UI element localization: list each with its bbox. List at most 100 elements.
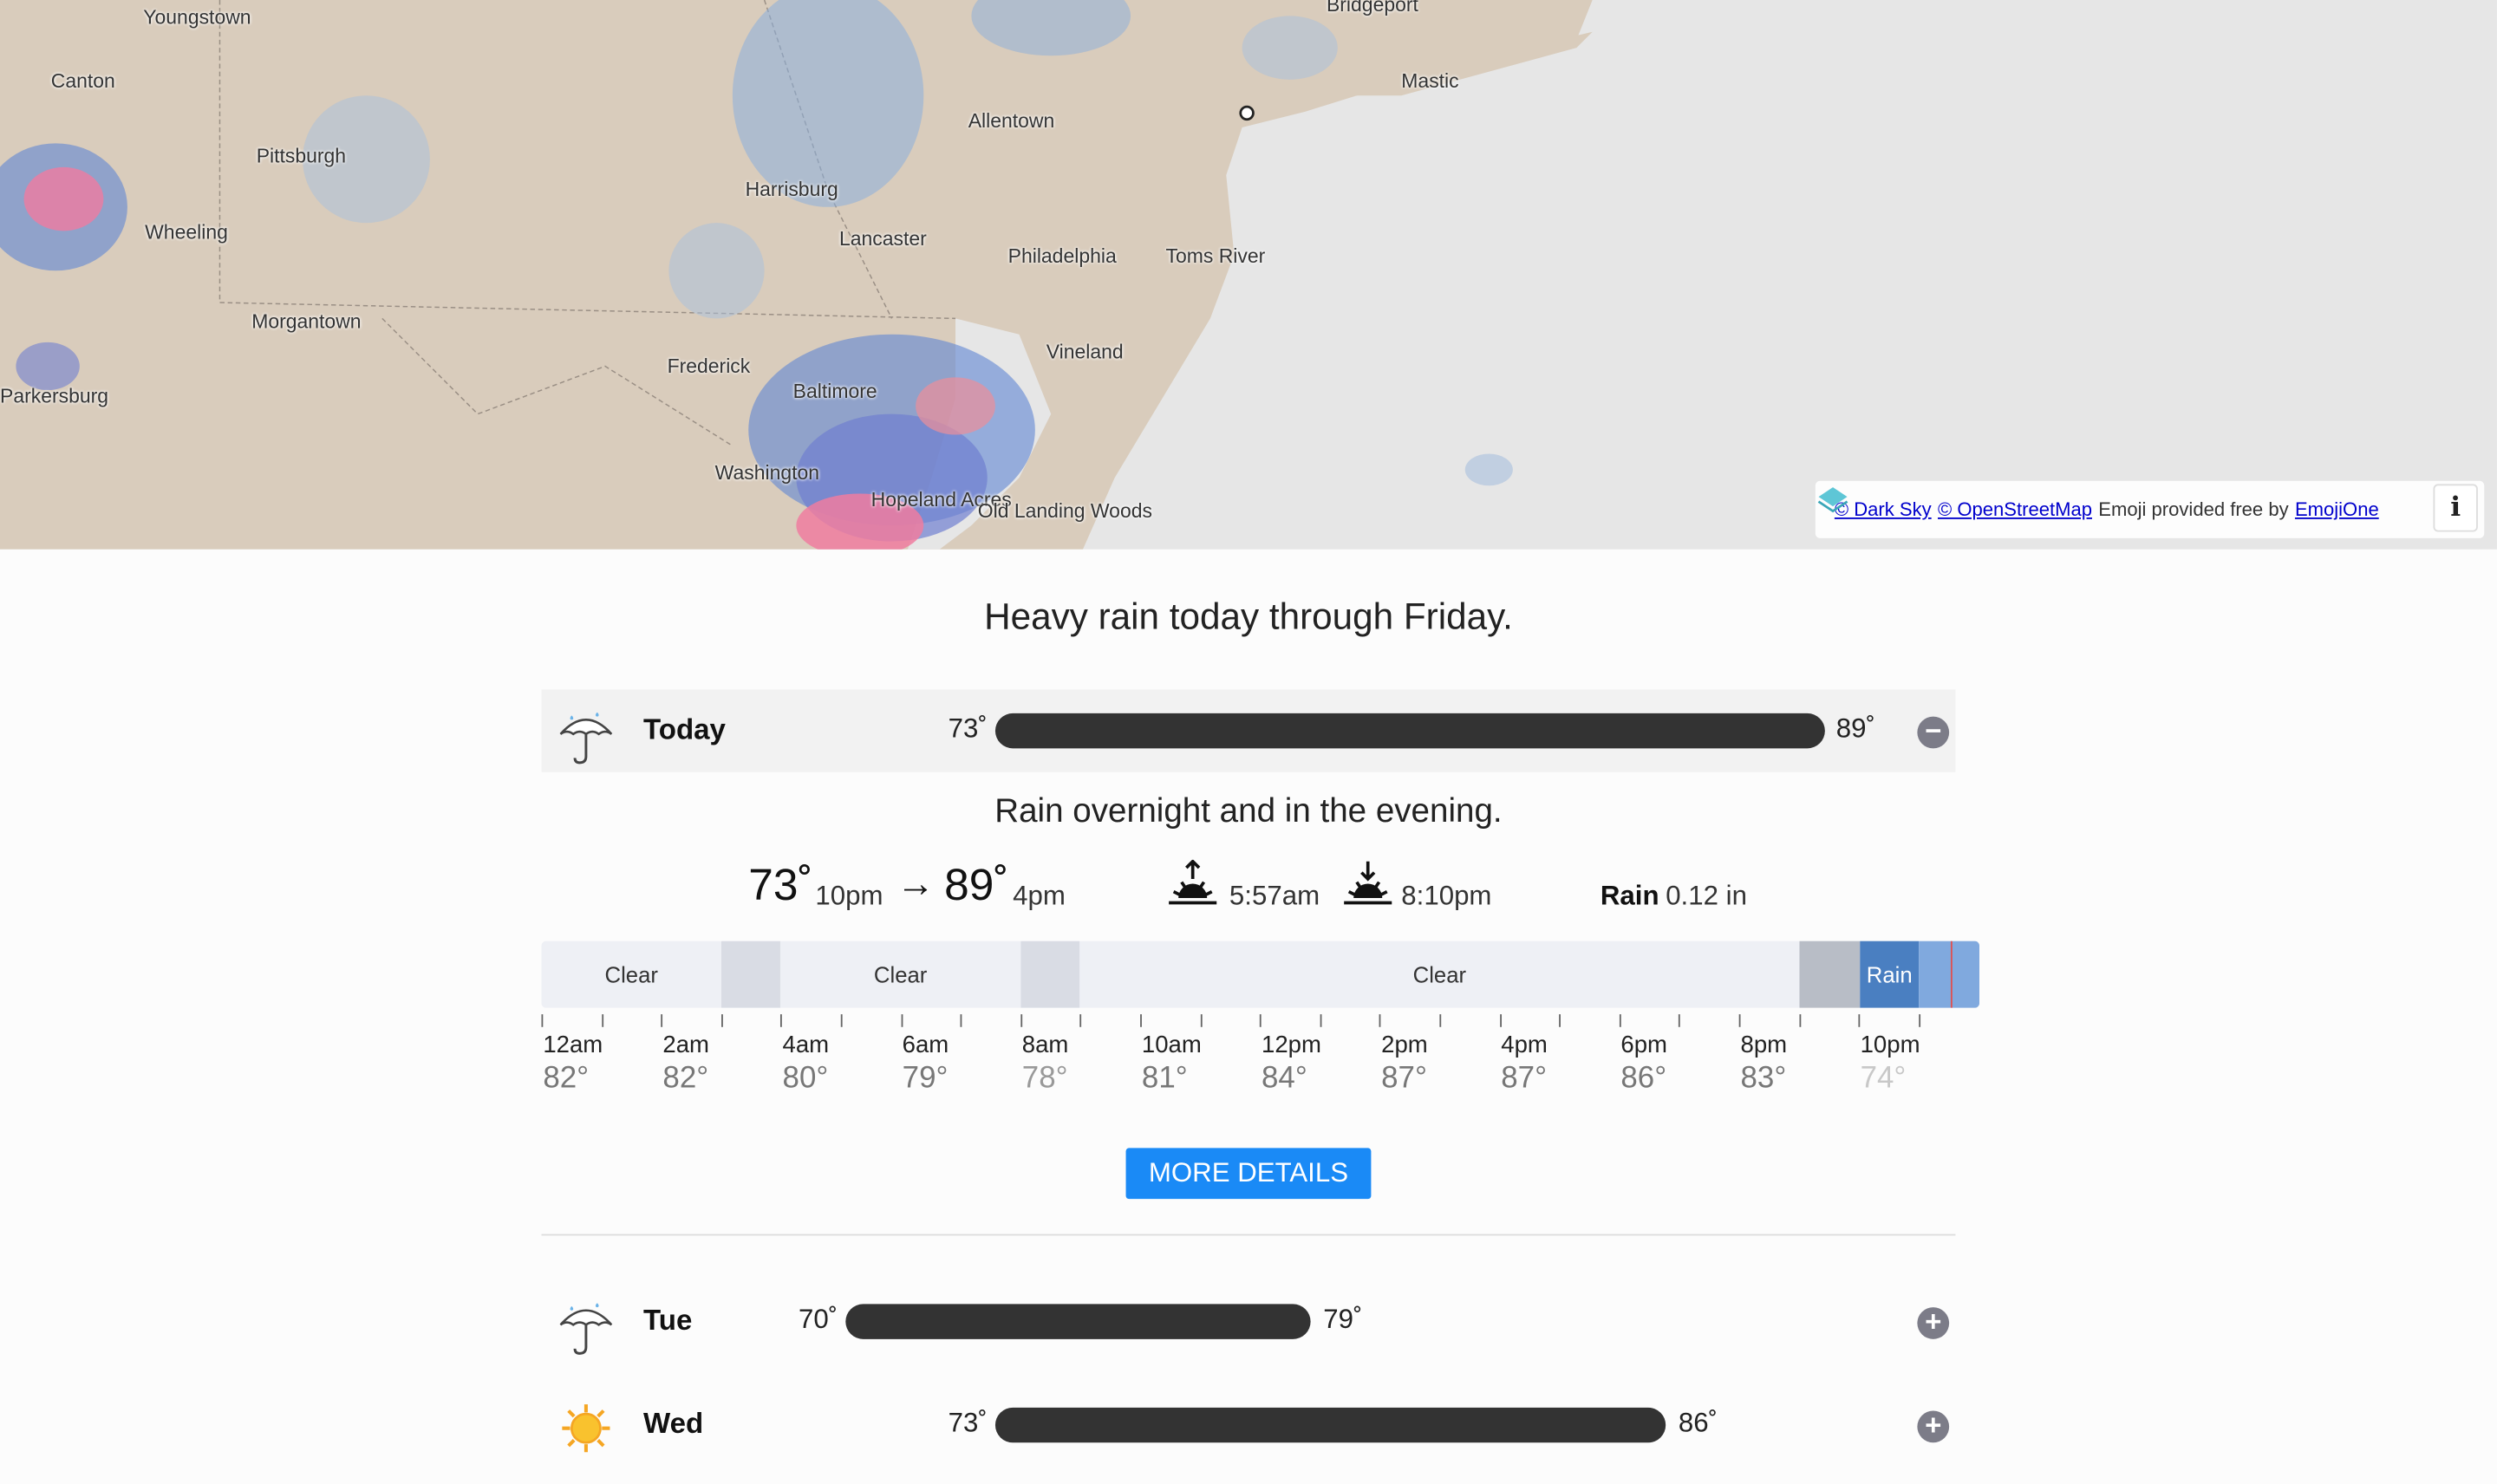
divider xyxy=(541,1233,1956,1236)
hour-time: 10am xyxy=(1141,1032,1202,1059)
timeline-tick xyxy=(1559,1014,1561,1027)
low-temp: 73˚ xyxy=(748,859,813,909)
map-graphics xyxy=(0,0,1593,550)
hour-time: 6am xyxy=(902,1032,949,1059)
day-row-wed[interactable]: Wed 73˚ 86˚ + xyxy=(541,1383,1955,1467)
timeline-tick xyxy=(541,1014,544,1027)
expand-button[interactable]: + xyxy=(1917,1410,1950,1443)
hour-temp: 82° xyxy=(662,1062,709,1096)
expand-button[interactable]: + xyxy=(1917,1306,1950,1339)
map-info-button[interactable]: i xyxy=(2433,484,2478,532)
timeline-segment xyxy=(721,941,780,1008)
current-time-marker xyxy=(1950,941,1953,1008)
more-details-button[interactable]: MORE DETAILS xyxy=(1125,1148,1372,1200)
timeline-tick xyxy=(1320,1014,1322,1027)
map-city-label: Lancaster xyxy=(838,227,927,251)
day-row-today[interactable]: Today 73˚ 89˚ − xyxy=(541,689,1956,772)
day-stats: 73˚ 10pm → 89˚ 4pm 5:57am 8:10pm Rain 0.… xyxy=(0,859,2497,923)
map-city-label: Harrisburg xyxy=(745,178,838,201)
hour-temp: 78° xyxy=(1021,1062,1068,1096)
timeline-tick xyxy=(1379,1014,1382,1027)
day-name: Wed xyxy=(643,1407,704,1440)
timeline-tick xyxy=(1619,1014,1621,1027)
timeline-tick xyxy=(1439,1014,1442,1027)
timeline-tick xyxy=(1080,1014,1082,1027)
hour-time: 6pm xyxy=(1620,1032,1667,1059)
timeline-tick xyxy=(1858,1014,1861,1027)
hour-temp: 79° xyxy=(902,1062,949,1096)
weekly-summary: Heavy rain today through Friday. xyxy=(984,596,1513,637)
day-name: Today xyxy=(643,713,726,745)
map-city-label: Bridgeport xyxy=(1326,0,1418,16)
temp-range-bar xyxy=(994,1407,1666,1443)
timeline-tick xyxy=(1499,1014,1502,1027)
timeline-segment xyxy=(1919,941,1980,1008)
collapse-button[interactable]: − xyxy=(1917,716,1950,749)
hour-temp: 87° xyxy=(1381,1062,1427,1096)
temp-min: 73˚ xyxy=(948,1407,988,1438)
sunset-icon xyxy=(1344,861,1392,905)
hour-time: 2pm xyxy=(1381,1032,1428,1059)
hourly-timeline[interactable]: Clear Clear Clear Rain xyxy=(541,941,1980,1008)
timeline-tick xyxy=(661,1014,663,1027)
hour-temp: 80° xyxy=(782,1062,829,1096)
timeline-tick xyxy=(1798,1014,1801,1027)
hour-temp: 83° xyxy=(1740,1062,1787,1096)
timeline-tick xyxy=(1679,1014,1681,1027)
temp-max: 79˚ xyxy=(1323,1304,1363,1335)
timeline-segment: Clear xyxy=(1079,941,1800,1008)
map-city-label: Pittsburgh xyxy=(256,145,347,167)
timeline-segment-rain: Rain xyxy=(1860,941,1920,1008)
hour-temp: 84° xyxy=(1262,1062,1307,1096)
timeline-segment xyxy=(1799,941,1861,1008)
radar-map[interactable]: Youngstown Canton Pittsburgh Wheeling Morgan… xyxy=(0,0,2497,550)
timeline-tick xyxy=(900,1014,903,1027)
map-city-label: Wheeling xyxy=(145,221,228,244)
emojione-link[interactable]: EmojiOne xyxy=(2295,498,2379,521)
hour-temp: 86° xyxy=(1620,1062,1667,1096)
map-city-label: Mastic xyxy=(1401,69,1459,93)
high-temp: 89˚ xyxy=(944,859,1009,909)
temp-min: 70˚ xyxy=(798,1304,838,1335)
hour-time: 8pm xyxy=(1740,1032,1788,1059)
map-city-label: Washington xyxy=(714,461,820,485)
umbrella-rain-icon xyxy=(559,1303,613,1355)
temp-range-bar xyxy=(845,1304,1311,1339)
map-city-label: Youngstown xyxy=(143,6,251,29)
layers-icon xyxy=(1817,487,1848,513)
timeline-tick xyxy=(960,1014,962,1027)
arrow-right-icon: → xyxy=(896,862,936,907)
hour-time: 12am xyxy=(543,1032,603,1059)
map-city-label: Old Landing Woods xyxy=(977,499,1152,523)
hour-temp: 74° xyxy=(1860,1062,1907,1096)
sunrise-time: 5:57am xyxy=(1229,880,1320,911)
temp-max: 89˚ xyxy=(1835,713,1875,744)
sunset-time: 8:10pm xyxy=(1401,880,1492,911)
sunrise-icon xyxy=(1169,859,1217,905)
rain-amount: 0.12 in xyxy=(1666,880,1747,911)
timeline-segment: Clear xyxy=(541,941,722,1008)
hour-time: 12pm xyxy=(1262,1032,1321,1059)
map-city-label: Parkersburg xyxy=(0,385,109,408)
low-time: 10pm xyxy=(815,880,883,911)
timeline-tick xyxy=(601,1014,603,1027)
map-city-label: Toms River xyxy=(1165,244,1266,268)
map-city-label: Morgantown xyxy=(251,310,362,333)
day-row-tue[interactable]: Tue 70˚ 79˚ + xyxy=(541,1280,1955,1364)
timeline-segment: Clear xyxy=(779,941,1021,1008)
timeline-tick xyxy=(1200,1014,1202,1027)
high-time: 4pm xyxy=(1013,880,1066,911)
hour-temp: 81° xyxy=(1141,1062,1188,1096)
map-city-label: Frederick xyxy=(667,355,751,378)
timeline-tick xyxy=(720,1014,723,1027)
timeline-tick xyxy=(1738,1014,1741,1027)
timeline-tick xyxy=(1918,1014,1920,1027)
timeline-tick xyxy=(1020,1014,1022,1027)
day-name: Tue xyxy=(643,1304,693,1337)
openstreetmap-link[interactable]: © OpenStreetMap xyxy=(1938,498,2092,521)
map-city-label: Vineland xyxy=(1046,341,1124,363)
temp-max: 86˚ xyxy=(1678,1407,1718,1438)
hour-time: 8am xyxy=(1021,1032,1069,1059)
hour-temp: 87° xyxy=(1501,1062,1548,1096)
hour-time: 4pm xyxy=(1501,1032,1548,1059)
